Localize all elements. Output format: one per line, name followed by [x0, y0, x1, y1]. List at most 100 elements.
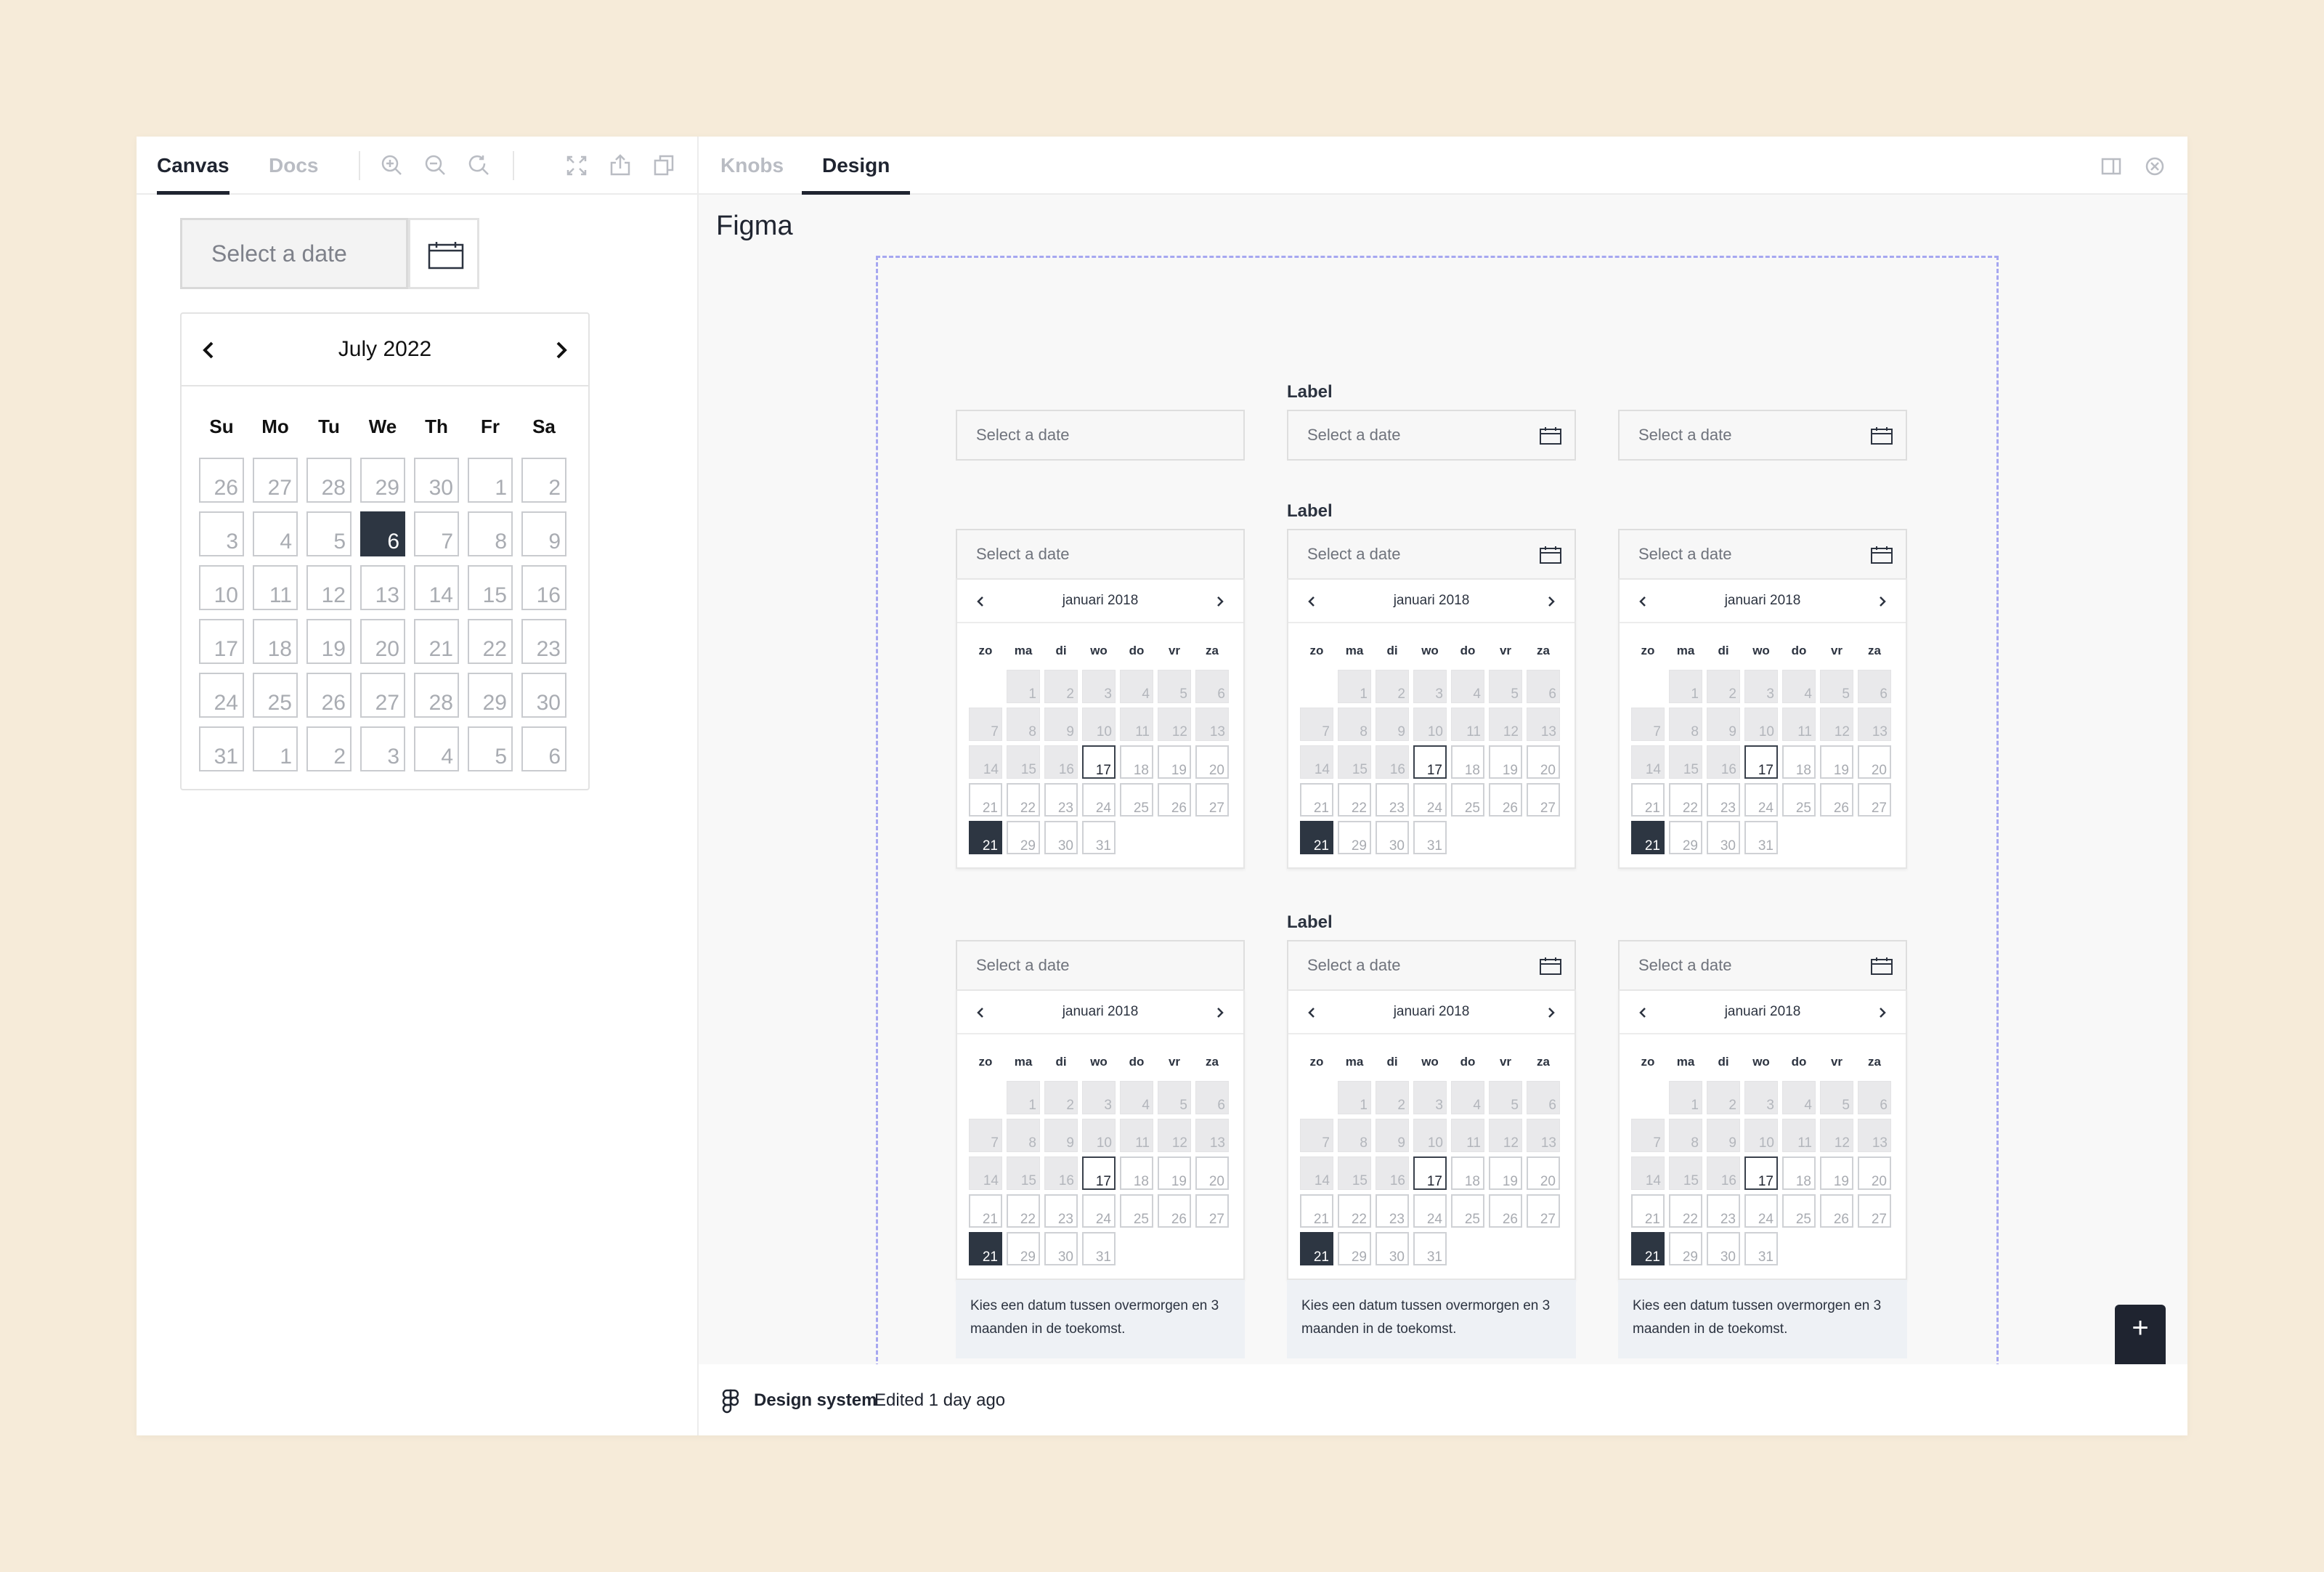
calendar-day[interactable]: 31 [1744, 1232, 1778, 1265]
calendar-day[interactable]: 1 [468, 458, 513, 503]
calendar-day[interactable]: 4 [253, 511, 298, 556]
calendar-day[interactable]: 24 [1744, 783, 1778, 817]
calendar-day[interactable]: 26 [306, 673, 352, 718]
calendar-day[interactable]: 18 [253, 619, 298, 664]
calendar-day[interactable]: 19 [1489, 745, 1522, 779]
calendar-day[interactable]: 4 [1782, 1081, 1816, 1114]
calendar-day[interactable]: 29 [468, 673, 513, 718]
date-input[interactable]: Select a date [956, 529, 1245, 580]
calendar-day[interactable]: 29 [1338, 821, 1371, 854]
calendar-day[interactable]: 5 [1158, 670, 1191, 703]
calendar-day[interactable]: 28 [414, 673, 459, 718]
calendar-day[interactable]: 24 [199, 673, 244, 718]
calendar-day[interactable]: 3 [1413, 670, 1447, 703]
sidebar-toggle-icon[interactable] [2100, 155, 2122, 177]
calendar-day[interactable]: 21 [1631, 821, 1665, 854]
zoom-in-button[interactable]: + [2115, 1305, 2166, 1351]
calendar-day[interactable]: 31 [1744, 821, 1778, 854]
calendar-day[interactable]: 21 [969, 1232, 1002, 1265]
calendar-day[interactable]: 17 [1082, 745, 1116, 779]
calendar-day[interactable]: 30 [1376, 1232, 1409, 1265]
calendar-day[interactable]: 19 [1820, 1156, 1853, 1190]
calendar-day[interactable]: 16 [1376, 745, 1409, 779]
calendar-day[interactable]: 10 [1082, 708, 1116, 741]
calendar-day[interactable]: 15 [1669, 745, 1702, 779]
calendar-day[interactable]: 24 [1082, 1194, 1116, 1228]
calendar-day[interactable]: 3 [1082, 1081, 1116, 1114]
calendar-day[interactable]: 20 [1858, 745, 1891, 779]
figma-embed[interactable]: Figma Label Select a date Select a date Sel… [699, 195, 2187, 1399]
calendar-day[interactable]: 4 [414, 726, 459, 771]
calendar-day[interactable]: 18 [1120, 745, 1153, 779]
calendar-day[interactable]: 20 [1195, 1156, 1229, 1190]
calendar-day[interactable]: 31 [1413, 821, 1447, 854]
calendar-day[interactable]: 6 [1858, 1081, 1891, 1114]
calendar-day[interactable]: 20 [1195, 745, 1229, 779]
calendar-day[interactable]: 25 [1451, 783, 1484, 817]
calendar-day[interactable]: 17 [1744, 1156, 1778, 1190]
calendar-day[interactable]: 6 [1195, 1081, 1229, 1114]
calendar-day[interactable]: 30 [1707, 821, 1740, 854]
calendar-day[interactable]: 21 [1300, 821, 1333, 854]
date-input[interactable]: Select a date [956, 410, 1245, 461]
calendar-day[interactable]: 29 [360, 458, 405, 503]
calendar-day[interactable]: 12 [1489, 708, 1522, 741]
calendar-day[interactable]: 30 [1044, 821, 1078, 854]
calendar-day[interactable]: 6 [1527, 670, 1560, 703]
calendar-day[interactable]: 24 [1082, 783, 1116, 817]
calendar-day[interactable]: 4 [1451, 1081, 1484, 1114]
calendar-day[interactable]: 18 [1782, 1156, 1816, 1190]
calendar-day[interactable]: 5 [1158, 1081, 1191, 1114]
calendar-day[interactable]: 6 [360, 511, 405, 556]
calendar-day[interactable]: 22 [1007, 1194, 1040, 1228]
calendar-day[interactable]: 4 [1451, 670, 1484, 703]
calendar-day[interactable]: 9 [1376, 708, 1409, 741]
calendar-day[interactable]: 1 [1338, 1081, 1371, 1114]
calendar-day[interactable]: 25 [1782, 1194, 1816, 1228]
calendar-day[interactable]: 30 [414, 458, 459, 503]
zoom-in-icon[interactable] [378, 151, 407, 180]
calendar-day[interactable]: 21 [414, 619, 459, 664]
calendar-day[interactable]: 4 [1782, 670, 1816, 703]
calendar-day[interactable]: 6 [1527, 1081, 1560, 1114]
calendar-day[interactable]: 7 [1631, 708, 1665, 741]
calendar-day[interactable]: 6 [1195, 670, 1229, 703]
calendar-day[interactable]: 17 [1413, 745, 1447, 779]
calendar-day[interactable]: 23 [1707, 783, 1740, 817]
calendar-day[interactable]: 2 [1707, 1081, 1740, 1114]
calendar-day[interactable]: 21 [1631, 783, 1665, 817]
calendar-day[interactable]: 13 [360, 565, 405, 610]
calendar-day[interactable]: 7 [1300, 1119, 1333, 1152]
calendar-toggle-button[interactable] [408, 218, 479, 289]
calendar-day[interactable]: 13 [1527, 708, 1560, 741]
zoom-out-icon[interactable] [421, 151, 450, 180]
calendar-day[interactable]: 13 [1858, 1119, 1891, 1152]
calendar-day[interactable]: 26 [199, 458, 244, 503]
calendar-day[interactable]: 25 [253, 673, 298, 718]
calendar-day[interactable]: 27 [253, 458, 298, 503]
calendar-day[interactable]: 16 [1707, 1156, 1740, 1190]
calendar-day[interactable]: 5 [306, 511, 352, 556]
calendar-day[interactable]: 15 [1007, 745, 1040, 779]
calendar-day[interactable]: 16 [521, 565, 566, 610]
calendar-day[interactable]: 16 [1044, 745, 1078, 779]
calendar-day[interactable]: 1 [1338, 670, 1371, 703]
calendar-day[interactable]: 21 [969, 821, 1002, 854]
calendar-day[interactable]: 8 [468, 511, 513, 556]
date-input[interactable]: Select a date [1618, 940, 1907, 991]
calendar-day[interactable]: 2 [1044, 1081, 1078, 1114]
calendar-day[interactable]: 18 [1782, 745, 1816, 779]
calendar-day[interactable]: 4 [1120, 1081, 1153, 1114]
calendar-day[interactable]: 27 [1195, 783, 1229, 817]
calendar-day[interactable]: 30 [1376, 821, 1409, 854]
calendar-day[interactable]: 23 [1044, 783, 1078, 817]
calendar-day[interactable]: 5 [1820, 1081, 1853, 1114]
calendar-day[interactable]: 27 [1858, 783, 1891, 817]
calendar-day[interactable]: 30 [521, 673, 566, 718]
close-icon[interactable] [2144, 155, 2166, 177]
calendar-day[interactable]: 31 [1413, 1232, 1447, 1265]
calendar-day[interactable]: 21 [1631, 1194, 1665, 1228]
calendar-day[interactable]: 27 [360, 673, 405, 718]
calendar-day[interactable]: 22 [1669, 783, 1702, 817]
calendar-day[interactable]: 10 [1082, 1119, 1116, 1152]
